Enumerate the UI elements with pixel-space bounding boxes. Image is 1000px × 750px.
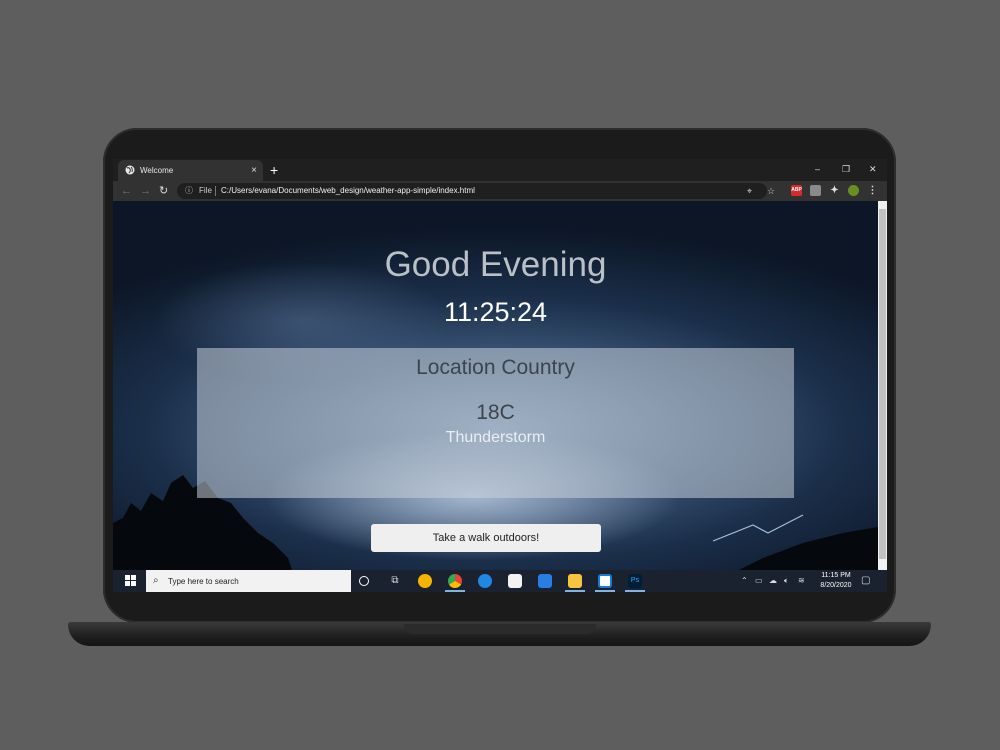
search-placeholder: Type here to search [168, 577, 239, 586]
current-time: 11:25:24 [443, 297, 548, 327]
chrome-canary-icon[interactable] [418, 574, 432, 588]
scheme-label: File [199, 186, 212, 195]
adblock-plus-icon[interactable]: ABP [791, 185, 802, 196]
condition-text: Thunderstorm [445, 429, 546, 446]
weather-page: Good Evening 11:25:24 Location Country 1… [113, 201, 878, 570]
search-icon: ⌕ [153, 575, 159, 586]
tab-close-icon[interactable]: × [251, 160, 257, 181]
file-explorer-icon[interactable] [568, 574, 582, 588]
clock-time: 11:15 PM [821, 572, 851, 579]
bookmark-star-icon[interactable]: ☆ [767, 183, 775, 199]
store-icon[interactable] [508, 574, 522, 588]
address-bar[interactable]: ⓘ File C:/Users/evana/Documents/web_desi… [177, 183, 775, 199]
task-view-icon[interactable]: ⧉ [388, 574, 402, 588]
volume-icon[interactable]: 🔈︎ [784, 570, 789, 592]
restore-icon[interactable]: ❐ [842, 160, 850, 178]
globe-icon [125, 165, 135, 175]
extension-gray-icon[interactable] [810, 185, 821, 196]
cortana-icon[interactable] [359, 576, 369, 586]
chrome-icon[interactable] [448, 574, 462, 588]
location-text: Location Country [416, 356, 575, 379]
weather-card: Location Country 18C Thunderstorm [197, 348, 794, 498]
greeting-heading: Good Evening [384, 245, 607, 284]
sandbox-active-indicator [595, 590, 615, 592]
wifi-icon[interactable]: ≋ [798, 570, 805, 592]
taskbar-search[interactable]: ⌕ Type here to search [146, 570, 351, 592]
edge-icon[interactable] [478, 574, 492, 588]
scrollbar-thumb[interactable] [879, 209, 886, 559]
profile-avatar[interactable] [848, 185, 859, 196]
new-tab-button[interactable]: + [270, 161, 278, 179]
sandbox-app-icon[interactable] [598, 574, 612, 588]
system-clock[interactable]: 11:15 PM 8/20/2020 [811, 571, 861, 591]
tab-title: Welcome [140, 166, 174, 175]
info-icon[interactable]: ⓘ [185, 183, 193, 199]
windows-taskbar: ⌕ Type here to search ⧉ Ps ⌃ ▭ ☁ 🔈︎ ≋ 11… [113, 570, 887, 592]
temperature-text: 18C [476, 401, 515, 424]
forward-icon[interactable]: → [140, 183, 151, 199]
photoshop-icon[interactable]: Ps [628, 574, 642, 588]
notifications-icon[interactable]: ▢ [861, 570, 870, 592]
extensions-puzzle-icon[interactable]: ✦ [829, 185, 840, 196]
battery-icon[interactable]: ▭ [755, 570, 763, 592]
back-icon[interactable]: ← [121, 183, 132, 199]
suggestion-button[interactable]: Take a walk outdoors! [371, 524, 601, 552]
browser-toolbar: ← → ↻ ⓘ File C:/Users/evana/Documents/we… [113, 181, 887, 201]
browser-menu-icon[interactable]: ⋮ [867, 185, 878, 196]
laptop-screen: Welcome × + – ❐ ✕ ← → ↻ ⓘ File C:/Users/… [113, 159, 887, 592]
address-separator [215, 186, 216, 196]
mail-icon[interactable] [538, 574, 552, 588]
explorer-active-indicator [565, 590, 585, 592]
tab-bar: Welcome × + – ❐ ✕ [113, 159, 887, 181]
url-text[interactable]: C:/Users/evana/Documents/web_design/weat… [221, 183, 475, 199]
minimize-icon[interactable]: – [815, 160, 820, 178]
laptop-notch [404, 624, 596, 634]
location-target-icon[interactable]: ⌖ [747, 183, 752, 199]
tab-welcome[interactable]: Welcome × [118, 160, 263, 181]
windows-start-icon[interactable] [125, 575, 136, 586]
chrome-active-indicator [445, 590, 465, 592]
photoshop-active-indicator [625, 590, 645, 592]
clock-date: 8/20/2020 [820, 582, 852, 589]
tray-chevron-icon[interactable]: ⌃ [741, 570, 748, 592]
close-window-icon[interactable]: ✕ [869, 160, 877, 178]
vertical-scrollbar[interactable] [878, 201, 887, 570]
reload-icon[interactable]: ↻ [159, 183, 168, 199]
onedrive-cloud-icon[interactable]: ☁ [769, 570, 777, 592]
